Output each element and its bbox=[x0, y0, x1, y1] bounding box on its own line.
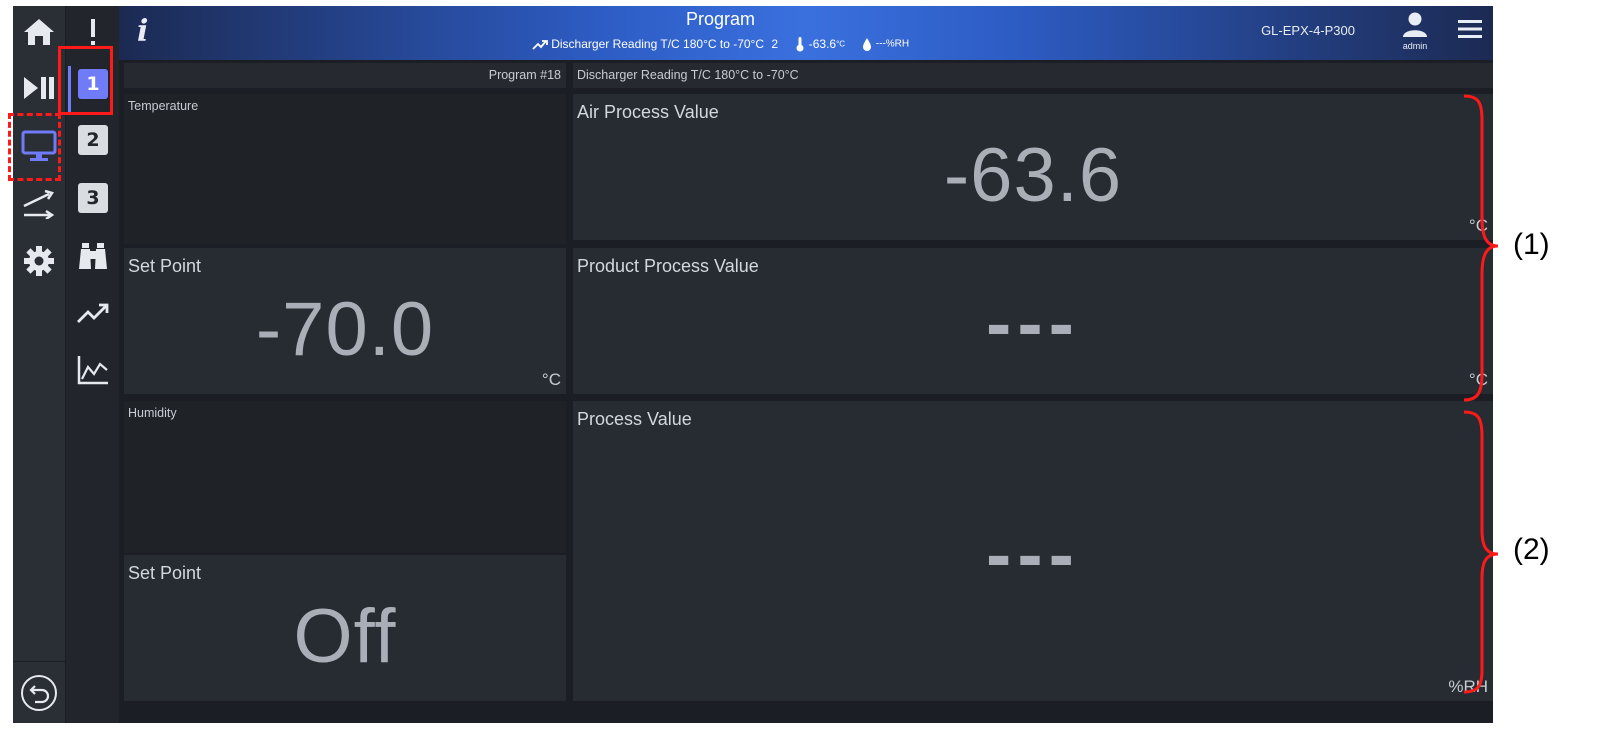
humidity-process-panel: Process Value --- %RH bbox=[573, 401, 1493, 701]
device-name: GL-EPX-4-P300 bbox=[1261, 23, 1355, 38]
highlight-dashed-box bbox=[8, 113, 61, 181]
program-3-button[interactable]: 3 bbox=[66, 172, 120, 224]
annotation-label-2: (2) bbox=[1513, 533, 1550, 566]
temperature-label: Temperature bbox=[128, 99, 199, 113]
trend-button[interactable] bbox=[66, 288, 120, 340]
program-name-bar: Discharger Reading T/C 180°C to -70°C bbox=[573, 63, 1493, 88]
bracket-1 bbox=[1463, 94, 1499, 402]
humidity-setpoint-value: Off bbox=[293, 594, 397, 679]
back-icon bbox=[21, 674, 57, 711]
humidity-process-value: --- bbox=[986, 512, 1080, 597]
hamburger-menu-icon bbox=[1458, 20, 1482, 38]
play-pause-icon bbox=[24, 77, 54, 99]
program-number-bar: Program #18 bbox=[124, 63, 566, 88]
alert-icon bbox=[91, 19, 95, 45]
air-process-value: -63.6 bbox=[943, 133, 1123, 218]
program-2-button[interactable]: 2 bbox=[66, 114, 120, 166]
air-process-panel: Air Process Value -63.6 °C bbox=[573, 94, 1493, 240]
humidity-icon bbox=[863, 38, 872, 51]
header-temp: -63.6 bbox=[808, 37, 837, 51]
temperature-setpoint-panel[interactable]: Set Point -70.0 °C bbox=[124, 248, 566, 394]
bracket-2 bbox=[1463, 410, 1499, 694]
user-button[interactable]: admin bbox=[1397, 12, 1433, 51]
header-program-name: Discharger Reading T/C 180°C to -70°C bbox=[551, 37, 765, 51]
thermometer-icon bbox=[796, 37, 804, 52]
user-name: admin bbox=[1402, 41, 1428, 51]
chart-button[interactable] bbox=[66, 344, 120, 396]
temperature-setpoint-unit: °C bbox=[541, 370, 561, 389]
humidity-process-label: Process Value bbox=[577, 409, 692, 429]
humidity-label: Humidity bbox=[128, 406, 177, 420]
binoculars-icon bbox=[79, 243, 107, 269]
transfer-icon bbox=[23, 189, 55, 219]
trend-icon bbox=[77, 303, 109, 323]
trend-icon bbox=[532, 39, 548, 50]
main-content: Program #18 Discharger Reading T/C 180°C… bbox=[124, 63, 1493, 723]
annotation-label-1: (1) bbox=[1513, 228, 1550, 261]
setpoint-label: Set Point bbox=[128, 563, 202, 583]
header-temp-unit: °C bbox=[836, 39, 846, 49]
header-humidity: ---%RH bbox=[875, 38, 910, 50]
gear-icon bbox=[24, 246, 54, 276]
humidity-section: Humidity bbox=[124, 401, 566, 553]
highlight-box bbox=[58, 46, 113, 115]
settings-button[interactable] bbox=[13, 235, 65, 287]
home-icon bbox=[24, 19, 54, 45]
user-icon bbox=[1403, 12, 1427, 37]
header-status-line: Discharger Reading T/C 180°C to -70°C 2 … bbox=[119, 36, 1322, 52]
menu-button[interactable] bbox=[1457, 18, 1483, 45]
humidity-setpoint-panel[interactable]: Set Point Off bbox=[124, 555, 566, 701]
product-process-value: --- bbox=[986, 281, 1080, 366]
product-process-panel: Product Process Value --- °C bbox=[573, 248, 1493, 394]
program-name: Discharger Reading T/C 180°C to -70°C bbox=[577, 68, 799, 82]
overview-button[interactable] bbox=[66, 230, 120, 282]
transfer-button[interactable] bbox=[13, 178, 65, 230]
program-2-label: 2 bbox=[78, 125, 108, 155]
air-process-label: Air Process Value bbox=[577, 102, 719, 122]
product-process-label: Product Process Value bbox=[577, 256, 759, 276]
header-step: 2 bbox=[771, 37, 779, 51]
temperature-section: Temperature bbox=[124, 94, 566, 244]
page-title: Program bbox=[685, 9, 756, 29]
back-button[interactable] bbox=[13, 661, 65, 723]
program-number: Program #18 bbox=[488, 68, 561, 82]
setpoint-label: Set Point bbox=[128, 256, 202, 276]
app-window: 1 2 3 i Program Discharger Reading T/C 1… bbox=[13, 6, 1493, 723]
header-bar: i Program Discharger Reading T/C 180°C t… bbox=[119, 6, 1493, 60]
temperature-setpoint-value: -70.0 bbox=[255, 287, 435, 372]
program-3-label: 3 bbox=[78, 183, 108, 213]
chart-icon bbox=[77, 356, 108, 385]
